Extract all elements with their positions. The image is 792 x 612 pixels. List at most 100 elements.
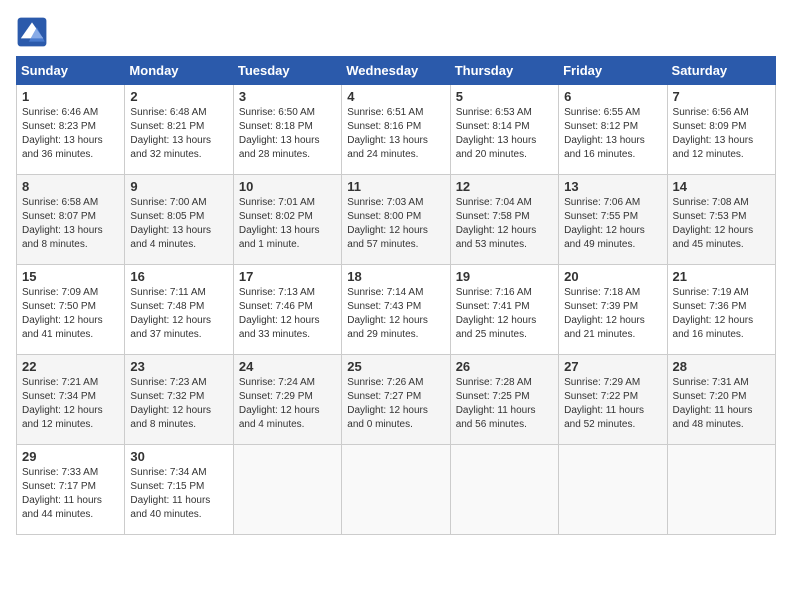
day-info: Sunrise: 7:11 AMSunset: 7:48 PMDaylight:… [130, 287, 211, 340]
weekday-header: Monday [125, 57, 233, 85]
day-number: 23 [130, 359, 227, 374]
day-info: Sunrise: 6:46 AMSunset: 8:23 PMDaylight:… [22, 107, 103, 160]
day-number: 4 [347, 89, 444, 104]
calendar-cell: 3 Sunrise: 6:50 AMSunset: 8:18 PMDayligh… [233, 85, 341, 175]
calendar-cell: 19 Sunrise: 7:16 AMSunset: 7:41 PMDaylig… [450, 265, 558, 355]
day-number: 11 [347, 179, 444, 194]
calendar-cell: 29 Sunrise: 7:33 AMSunset: 7:17 PMDaylig… [17, 445, 125, 535]
day-info: Sunrise: 7:19 AMSunset: 7:36 PMDaylight:… [673, 287, 754, 340]
calendar-cell: 11 Sunrise: 7:03 AMSunset: 8:00 PMDaylig… [342, 175, 450, 265]
day-number: 22 [22, 359, 119, 374]
calendar-cell: 7 Sunrise: 6:56 AMSunset: 8:09 PMDayligh… [667, 85, 775, 175]
day-number: 24 [239, 359, 336, 374]
day-number: 17 [239, 269, 336, 284]
calendar-cell: 18 Sunrise: 7:14 AMSunset: 7:43 PMDaylig… [342, 265, 450, 355]
day-info: Sunrise: 7:34 AMSunset: 7:15 PMDaylight:… [130, 467, 210, 520]
calendar-cell: 1 Sunrise: 6:46 AMSunset: 8:23 PMDayligh… [17, 85, 125, 175]
calendar-cell: 6 Sunrise: 6:55 AMSunset: 8:12 PMDayligh… [559, 85, 667, 175]
day-info: Sunrise: 7:31 AMSunset: 7:20 PMDaylight:… [673, 377, 753, 430]
calendar-cell: 23 Sunrise: 7:23 AMSunset: 7:32 PMDaylig… [125, 355, 233, 445]
calendar-cell: 2 Sunrise: 6:48 AMSunset: 8:21 PMDayligh… [125, 85, 233, 175]
weekday-header: Thursday [450, 57, 558, 85]
calendar-cell: 8 Sunrise: 6:58 AMSunset: 8:07 PMDayligh… [17, 175, 125, 265]
day-info: Sunrise: 7:23 AMSunset: 7:32 PMDaylight:… [130, 377, 211, 430]
day-info: Sunrise: 7:13 AMSunset: 7:46 PMDaylight:… [239, 287, 320, 340]
day-info: Sunrise: 7:08 AMSunset: 7:53 PMDaylight:… [673, 197, 754, 250]
page-header [16, 16, 776, 48]
day-info: Sunrise: 6:58 AMSunset: 8:07 PMDaylight:… [22, 197, 103, 250]
calendar-cell: 17 Sunrise: 7:13 AMSunset: 7:46 PMDaylig… [233, 265, 341, 355]
day-info: Sunrise: 7:16 AMSunset: 7:41 PMDaylight:… [456, 287, 537, 340]
day-number: 14 [673, 179, 770, 194]
calendar-cell: 22 Sunrise: 7:21 AMSunset: 7:34 PMDaylig… [17, 355, 125, 445]
day-info: Sunrise: 7:03 AMSunset: 8:00 PMDaylight:… [347, 197, 428, 250]
day-number: 12 [456, 179, 553, 194]
calendar-cell [559, 445, 667, 535]
calendar-cell: 24 Sunrise: 7:24 AMSunset: 7:29 PMDaylig… [233, 355, 341, 445]
calendar-cell: 20 Sunrise: 7:18 AMSunset: 7:39 PMDaylig… [559, 265, 667, 355]
calendar-cell: 25 Sunrise: 7:26 AMSunset: 7:27 PMDaylig… [342, 355, 450, 445]
weekday-header: Sunday [17, 57, 125, 85]
day-info: Sunrise: 7:04 AMSunset: 7:58 PMDaylight:… [456, 197, 537, 250]
calendar-cell: 10 Sunrise: 7:01 AMSunset: 8:02 PMDaylig… [233, 175, 341, 265]
calendar-cell: 5 Sunrise: 6:53 AMSunset: 8:14 PMDayligh… [450, 85, 558, 175]
day-number: 9 [130, 179, 227, 194]
day-number: 29 [22, 449, 119, 464]
day-info: Sunrise: 6:51 AMSunset: 8:16 PMDaylight:… [347, 107, 428, 160]
day-number: 5 [456, 89, 553, 104]
day-info: Sunrise: 7:00 AMSunset: 8:05 PMDaylight:… [130, 197, 211, 250]
day-number: 26 [456, 359, 553, 374]
calendar-cell: 4 Sunrise: 6:51 AMSunset: 8:16 PMDayligh… [342, 85, 450, 175]
calendar-cell [233, 445, 341, 535]
day-info: Sunrise: 6:53 AMSunset: 8:14 PMDaylight:… [456, 107, 537, 160]
calendar-cell: 13 Sunrise: 7:06 AMSunset: 7:55 PMDaylig… [559, 175, 667, 265]
calendar-cell [342, 445, 450, 535]
weekday-header: Wednesday [342, 57, 450, 85]
weekday-header: Saturday [667, 57, 775, 85]
logo-icon [16, 16, 48, 48]
calendar-cell [667, 445, 775, 535]
weekday-header: Tuesday [233, 57, 341, 85]
calendar-cell: 12 Sunrise: 7:04 AMSunset: 7:58 PMDaylig… [450, 175, 558, 265]
day-number: 3 [239, 89, 336, 104]
day-info: Sunrise: 7:26 AMSunset: 7:27 PMDaylight:… [347, 377, 428, 430]
day-number: 21 [673, 269, 770, 284]
day-number: 30 [130, 449, 227, 464]
calendar-cell: 26 Sunrise: 7:28 AMSunset: 7:25 PMDaylig… [450, 355, 558, 445]
calendar-cell: 9 Sunrise: 7:00 AMSunset: 8:05 PMDayligh… [125, 175, 233, 265]
calendar-cell: 16 Sunrise: 7:11 AMSunset: 7:48 PMDaylig… [125, 265, 233, 355]
calendar-table: SundayMondayTuesdayWednesdayThursdayFrid… [16, 56, 776, 535]
day-number: 1 [22, 89, 119, 104]
day-info: Sunrise: 7:28 AMSunset: 7:25 PMDaylight:… [456, 377, 536, 430]
weekday-header: Friday [559, 57, 667, 85]
calendar-cell: 21 Sunrise: 7:19 AMSunset: 7:36 PMDaylig… [667, 265, 775, 355]
calendar-cell: 28 Sunrise: 7:31 AMSunset: 7:20 PMDaylig… [667, 355, 775, 445]
day-number: 27 [564, 359, 661, 374]
day-number: 16 [130, 269, 227, 284]
day-number: 18 [347, 269, 444, 284]
day-number: 2 [130, 89, 227, 104]
day-number: 20 [564, 269, 661, 284]
day-number: 28 [673, 359, 770, 374]
day-info: Sunrise: 6:50 AMSunset: 8:18 PMDaylight:… [239, 107, 320, 160]
calendar-cell: 30 Sunrise: 7:34 AMSunset: 7:15 PMDaylig… [125, 445, 233, 535]
day-info: Sunrise: 7:21 AMSunset: 7:34 PMDaylight:… [22, 377, 103, 430]
logo [16, 16, 52, 48]
day-info: Sunrise: 7:06 AMSunset: 7:55 PMDaylight:… [564, 197, 645, 250]
day-info: Sunrise: 7:29 AMSunset: 7:22 PMDaylight:… [564, 377, 644, 430]
day-info: Sunrise: 6:48 AMSunset: 8:21 PMDaylight:… [130, 107, 211, 160]
day-number: 6 [564, 89, 661, 104]
day-info: Sunrise: 6:55 AMSunset: 8:12 PMDaylight:… [564, 107, 645, 160]
calendar-cell: 15 Sunrise: 7:09 AMSunset: 7:50 PMDaylig… [17, 265, 125, 355]
day-info: Sunrise: 7:01 AMSunset: 8:02 PMDaylight:… [239, 197, 320, 250]
day-info: Sunrise: 6:56 AMSunset: 8:09 PMDaylight:… [673, 107, 754, 160]
calendar-cell: 14 Sunrise: 7:08 AMSunset: 7:53 PMDaylig… [667, 175, 775, 265]
day-number: 15 [22, 269, 119, 284]
calendar-cell [450, 445, 558, 535]
day-number: 10 [239, 179, 336, 194]
calendar-cell: 27 Sunrise: 7:29 AMSunset: 7:22 PMDaylig… [559, 355, 667, 445]
day-number: 8 [22, 179, 119, 194]
day-number: 25 [347, 359, 444, 374]
day-info: Sunrise: 7:24 AMSunset: 7:29 PMDaylight:… [239, 377, 320, 430]
day-info: Sunrise: 7:18 AMSunset: 7:39 PMDaylight:… [564, 287, 645, 340]
